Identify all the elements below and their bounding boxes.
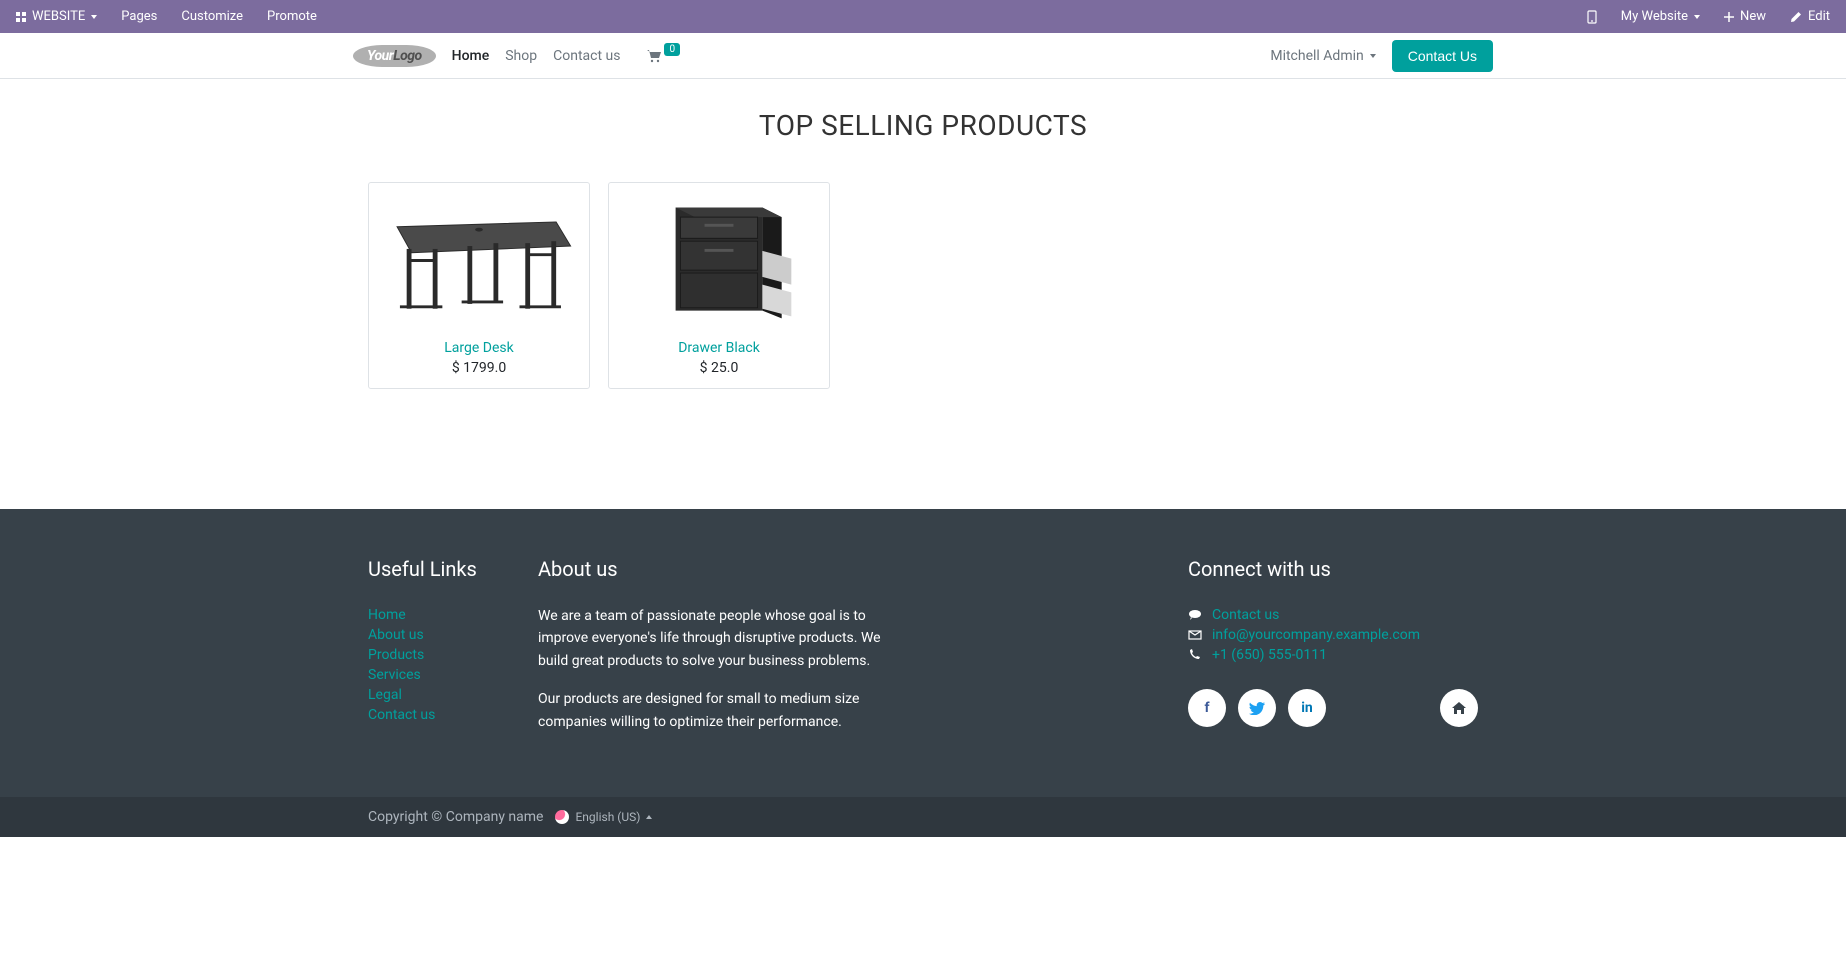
website-label: WEBSITE bbox=[32, 9, 85, 24]
product-image bbox=[369, 183, 589, 338]
facebook-button[interactable]: f bbox=[1188, 689, 1226, 727]
main-content: TOP SELLING PRODUCTS bbox=[353, 109, 1493, 389]
customize-menu[interactable]: Customize bbox=[181, 9, 243, 24]
footer-connect: Connect with us Contact us info@yourcomp… bbox=[1188, 557, 1478, 749]
nav-home[interactable]: Home bbox=[452, 48, 490, 64]
products-row: Large Desk $ 1799.0 Drawer Black bbox=[368, 182, 1478, 389]
chevron-down-icon bbox=[1694, 15, 1700, 19]
site-logo[interactable]: YourLogo bbox=[353, 45, 436, 67]
twitter-icon bbox=[1249, 702, 1265, 715]
nav-left: YourLogo Home Shop Contact us 0 bbox=[353, 45, 680, 67]
cart-count: 0 bbox=[664, 43, 680, 56]
connect-email-link[interactable]: info@yourcompany.example.com bbox=[1212, 627, 1420, 643]
footer-link-contact[interactable]: Contact us bbox=[368, 705, 508, 725]
footer-link-home[interactable]: Home bbox=[368, 605, 508, 625]
home-icon bbox=[1452, 702, 1466, 714]
product-name: Drawer Black bbox=[609, 338, 829, 358]
toolbar-right: My Website New Edit bbox=[1587, 9, 1830, 24]
footer-link-legal[interactable]: Legal bbox=[368, 685, 508, 705]
nav-right: Mitchell Admin Contact Us bbox=[1270, 40, 1493, 72]
chat-icon bbox=[1188, 609, 1202, 621]
language-label: English (US) bbox=[575, 810, 640, 824]
cart-icon bbox=[646, 49, 662, 63]
pages-label: Pages bbox=[121, 9, 157, 24]
twitter-button[interactable] bbox=[1238, 689, 1276, 727]
useful-links-heading: Useful Links bbox=[368, 557, 508, 581]
chevron-down-icon bbox=[1370, 54, 1376, 58]
plus-icon bbox=[1724, 12, 1734, 22]
footer-useful-links: Useful Links Home About us Products Serv… bbox=[368, 557, 508, 749]
connect-phone-link[interactable]: +1 (650) 555-0111 bbox=[1212, 647, 1327, 663]
pages-menu[interactable]: Pages bbox=[121, 9, 157, 24]
footer-spacer bbox=[918, 557, 1158, 749]
about-paragraph-2: Our products are designed for small to m… bbox=[538, 688, 888, 733]
linkedin-button[interactable]: in bbox=[1288, 689, 1326, 727]
footer-link-about[interactable]: About us bbox=[368, 625, 508, 645]
footer-bottom: Copyright © Company name English (US) bbox=[0, 797, 1846, 837]
section-title: TOP SELLING PRODUCTS bbox=[368, 109, 1478, 142]
my-website-dropdown[interactable]: My Website bbox=[1621, 9, 1700, 24]
footer-about: About us We are a team of passionate peo… bbox=[538, 557, 888, 749]
site-header: YourLogo Home Shop Contact us 0 Mitchell… bbox=[0, 33, 1846, 79]
logo-text-1: Your bbox=[367, 48, 393, 64]
linkedin-icon: in bbox=[1301, 700, 1313, 716]
customize-label: Customize bbox=[181, 9, 243, 24]
user-name: Mitchell Admin bbox=[1270, 48, 1363, 64]
logo-text-2: Logo bbox=[393, 48, 421, 64]
product-name: Large Desk bbox=[369, 338, 589, 358]
flag-icon bbox=[555, 810, 569, 824]
product-card[interactable]: Large Desk $ 1799.0 bbox=[368, 182, 590, 389]
nav-contact[interactable]: Contact us bbox=[553, 48, 620, 64]
new-label: New bbox=[1740, 9, 1766, 24]
website-menu[interactable]: WEBSITE bbox=[16, 9, 97, 24]
site-footer: Useful Links Home About us Products Serv… bbox=[0, 509, 1846, 837]
chevron-up-icon bbox=[646, 815, 652, 819]
copyright-text: Copyright © Company name bbox=[368, 809, 543, 825]
promote-label: Promote bbox=[267, 9, 317, 24]
connect-phone-row: +1 (650) 555-0111 bbox=[1188, 645, 1478, 665]
edit-button[interactable]: Edit bbox=[1790, 9, 1830, 24]
product-image bbox=[609, 183, 829, 338]
language-toggle[interactable]: English (US) bbox=[555, 810, 652, 824]
pencil-icon bbox=[1790, 11, 1802, 23]
mobile-preview-button[interactable] bbox=[1587, 10, 1597, 24]
home-button[interactable] bbox=[1440, 689, 1478, 727]
my-website-label: My Website bbox=[1621, 9, 1688, 24]
facebook-icon: f bbox=[1204, 700, 1209, 716]
envelope-icon bbox=[1188, 630, 1202, 640]
chevron-down-icon bbox=[91, 15, 97, 19]
edit-label: Edit bbox=[1808, 9, 1830, 24]
about-paragraph-1: We are a team of passionate people whose… bbox=[538, 605, 888, 672]
contact-us-button[interactable]: Contact Us bbox=[1392, 40, 1493, 72]
connect-email-row: info@yourcompany.example.com bbox=[1188, 625, 1478, 645]
promote-menu[interactable]: Promote bbox=[267, 9, 317, 24]
connect-contact-link[interactable]: Contact us bbox=[1212, 607, 1279, 623]
footer-link-products[interactable]: Products bbox=[368, 645, 508, 665]
connect-heading: Connect with us bbox=[1188, 557, 1478, 581]
cart-button[interactable]: 0 bbox=[646, 49, 680, 63]
admin-toolbar: WEBSITE Pages Customize Promote My Websi… bbox=[0, 0, 1846, 33]
product-price: $ 1799.0 bbox=[369, 358, 589, 388]
footer-link-services[interactable]: Services bbox=[368, 665, 508, 685]
about-heading: About us bbox=[538, 557, 888, 581]
product-price: $ 25.0 bbox=[609, 358, 829, 388]
phone-icon bbox=[1188, 649, 1202, 661]
social-row: f in bbox=[1188, 689, 1478, 727]
connect-contact-row: Contact us bbox=[1188, 605, 1478, 625]
product-card[interactable]: Drawer Black $ 25.0 bbox=[608, 182, 830, 389]
new-button[interactable]: New bbox=[1724, 9, 1766, 24]
user-dropdown[interactable]: Mitchell Admin bbox=[1270, 48, 1375, 64]
grid-icon bbox=[16, 12, 26, 22]
nav-shop[interactable]: Shop bbox=[505, 48, 537, 64]
toolbar-left: WEBSITE Pages Customize Promote bbox=[16, 9, 317, 24]
mobile-icon bbox=[1587, 10, 1597, 24]
